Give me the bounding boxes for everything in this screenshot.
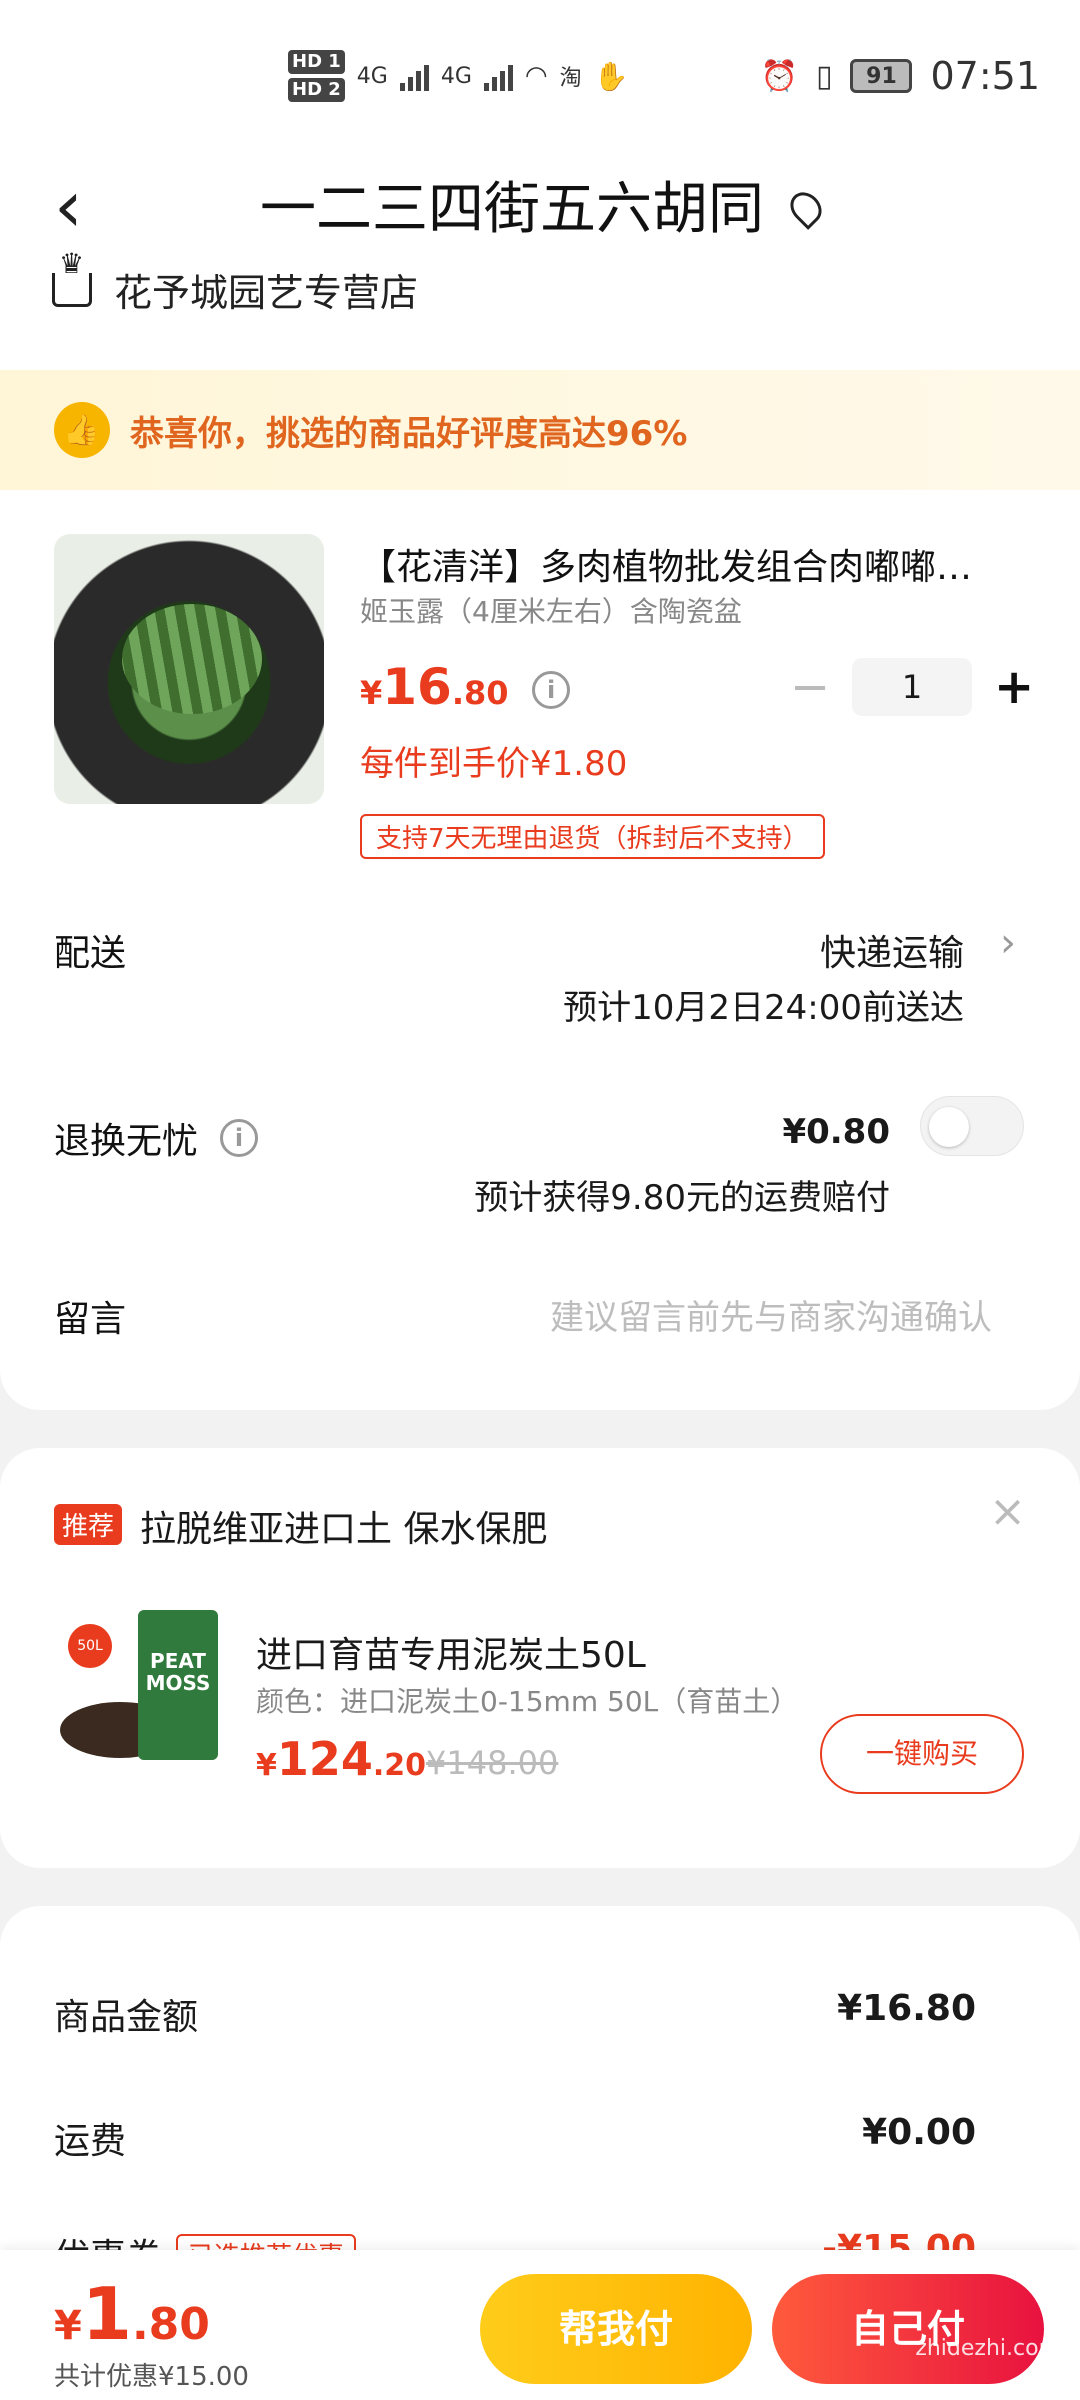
shop-name: 花予城园艺专营店: [114, 271, 419, 315]
product-title[interactable]: 【花清洋】多肉植物批发组合肉嘟嘟…: [360, 538, 1040, 590]
recommendation-card: 推荐 拉脱维亚进口土 保水保肥 × PEAT MOSS 50L 进口育苗专用泥炭…: [0, 1448, 1080, 1868]
signal-icon-2: [483, 61, 513, 91]
total-price: ¥1.80: [54, 2272, 210, 2356]
shop-crown-icon: [52, 247, 92, 307]
insurance-info-icon[interactable]: i: [220, 1119, 259, 1157]
alarm-icon: ⏰: [760, 58, 798, 94]
decrease-quantity-button[interactable]: −: [790, 659, 830, 715]
recommend-price: ¥124.20: [256, 1732, 427, 1786]
recommend-badge: 推荐: [54, 1504, 123, 1545]
self-pay-button[interactable]: 自己付: [772, 2274, 1044, 2384]
hd1-indicator: HD 1: [288, 50, 345, 74]
watermark: zhidezhi.com: [915, 2336, 1060, 2361]
address-text: 一二三四街五六胡同: [260, 177, 764, 242]
product-image[interactable]: [54, 534, 324, 804]
clock: 07:51: [930, 54, 1040, 98]
shipping-row: 运费 ¥0.00: [54, 2112, 976, 2162]
status-bar-left: HD 1 HD 2 4G 4G ◠ 淘 ✋: [288, 50, 628, 102]
rating-banner-text: 恭喜你，挑选的商品好评度高达96%: [130, 413, 688, 454]
return-insurance-label: 退换无忧: [54, 1121, 199, 1162]
one-click-buy-button[interactable]: 一键购买: [820, 1714, 1024, 1794]
goods-amount-row: 商品金额 ¥16.80: [54, 1988, 976, 2038]
return-insurance-note: 预计获得9.80元的运费赔付: [474, 1178, 890, 1218]
price-info-icon[interactable]: i: [532, 671, 571, 709]
battery-icon: 91: [850, 59, 913, 93]
vibrate-icon: ▯: [815, 58, 833, 94]
delivery-method[interactable]: 快递运输: [820, 924, 964, 976]
message-input[interactable]: 建议留言前先与商家沟通确认: [550, 1290, 992, 1339]
delivery-address[interactable]: 一二三四街五六胡同: [260, 164, 828, 245]
checkout-bar: ¥1.80 共计优惠¥15.00 帮我付 自己付: [0, 2250, 1080, 2400]
hand-icon: ✋: [593, 59, 629, 93]
shop-name-row[interactable]: 花予城园艺专营店: [52, 247, 419, 317]
order-header: ‹ 一二三四街五六胡同 花予城园艺专营店: [0, 140, 1080, 370]
status-bar-right: ⏰ ▯ 91 07:51: [761, 54, 1040, 98]
return-insurance-row: 退换无忧 i: [54, 1112, 259, 1164]
status-bar: HD 1 HD 2 4G 4G ◠ 淘 ✋ ⏰ ▯ 91 07:51: [0, 0, 1080, 140]
return-policy-badge: 支持7天无理由退货（拆封后不支持）: [360, 814, 825, 859]
increase-quantity-button[interactable]: +: [994, 659, 1034, 715]
location-pin-icon: [784, 185, 828, 230]
price-decimal: .80: [451, 674, 509, 712]
thumbs-up-icon: 👍: [54, 402, 110, 458]
goods-amount: ¥16.80: [837, 1988, 976, 2029]
help-pay-button[interactable]: 帮我付: [480, 2274, 752, 2384]
product-price: ¥16.80 i: [360, 658, 571, 716]
product-sku[interactable]: 姬玉露（4厘米左右）含陶瓷盆: [360, 590, 742, 630]
recommend-original-price: ¥148.00: [426, 1744, 559, 1782]
close-icon[interactable]: ×: [989, 1486, 1026, 1537]
delivery-eta: 预计10月2日24:00前送达: [563, 988, 964, 1028]
return-insurance-toggle[interactable]: [920, 1096, 1024, 1156]
quantity-stepper: − 1 +: [790, 658, 1034, 716]
message-label: 留言: [54, 1299, 127, 1340]
hd2-indicator: HD 2: [288, 78, 345, 102]
price-currency: ¥: [360, 674, 383, 712]
size-tag: 50L: [68, 1624, 112, 1668]
recommend-product-name[interactable]: 进口育苗专用泥炭土50L: [256, 1626, 646, 1678]
hd-indicators: HD 1 HD 2: [288, 50, 345, 102]
signal-icon: [399, 61, 429, 91]
peat-moss-bag: PEAT MOSS: [138, 1610, 218, 1760]
return-insurance-price: ¥0.80: [782, 1112, 890, 1152]
recommend-title: 拉脱维亚进口土 保水保肥: [140, 1509, 548, 1550]
recommend-product-sku: 颜色：进口泥炭土0-15mm 50L（育苗土）: [256, 1685, 799, 1718]
delivery-label: 配送: [54, 933, 127, 974]
recommend-product-image[interactable]: PEAT MOSS 50L: [60, 1610, 220, 1770]
wifi-icon: ◠: [524, 61, 548, 91]
chevron-right-icon[interactable]: ›: [1000, 920, 1016, 966]
network-type-1: 4G: [356, 63, 388, 89]
shipping-fee: ¥0.00: [862, 2112, 976, 2153]
network-type-2: 4G: [440, 63, 472, 89]
price-integer: 16: [382, 658, 452, 716]
rating-banner: 👍 恭喜你，挑选的商品好评度高达96%: [0, 370, 1080, 490]
quantity-input[interactable]: 1: [852, 658, 972, 716]
back-icon[interactable]: ‹: [54, 166, 114, 246]
product-card: 【花清洋】多肉植物批发组合肉嘟嘟… 姬玉露（4厘米左右）含陶瓷盆 ¥16.80 …: [0, 490, 1080, 1410]
unit-price: 每件到手价¥1.80: [360, 744, 628, 784]
taobao-icon: 淘: [559, 66, 582, 91]
total-saved: 共计优惠¥15.00: [54, 2362, 249, 2392]
